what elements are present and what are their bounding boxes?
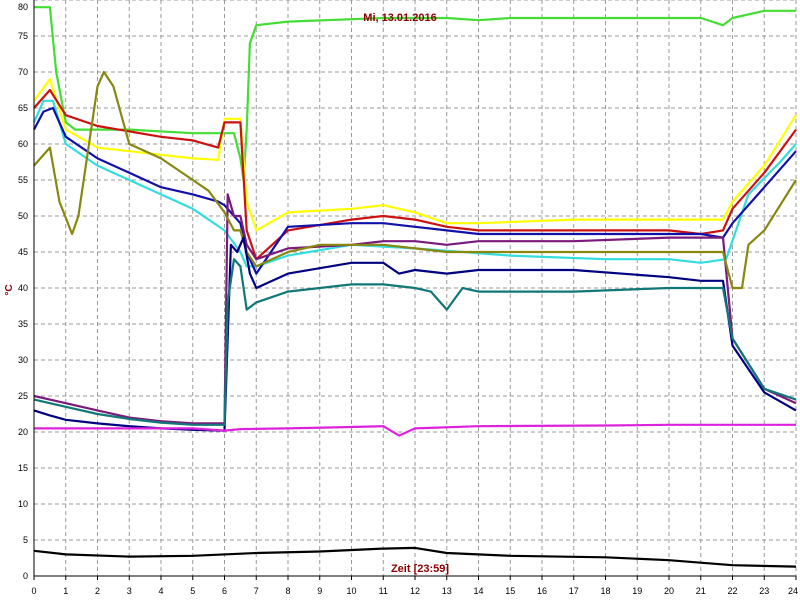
y-tick-label: 70: [18, 67, 28, 77]
x-tick-labels: 0 1 2 3 4 5 6 7 8 9 10 11 12 13 14 15 16 17 18 19 20 21 22 23 24: [31, 576, 798, 596]
y-tick-label: 80: [18, 2, 28, 12]
y-tick-label: 40: [18, 283, 28, 293]
y-tick-label: 20: [18, 427, 28, 437]
x-tick-label: 14: [473, 586, 483, 596]
x-tick-label: 1: [63, 586, 68, 596]
x-tick-label: 18: [600, 586, 610, 596]
x-tick-label: 22: [727, 586, 737, 596]
x-tick-label: 11: [379, 586, 388, 596]
y-tick-label: 55: [18, 175, 28, 185]
y-tick-label: 35: [18, 319, 28, 329]
x-tick-label: 13: [442, 586, 452, 596]
x-tick-label: 10: [346, 586, 356, 596]
y-tick-label: 25: [18, 391, 28, 401]
x-tick-label: 4: [158, 586, 163, 596]
x-tick-label: 21: [696, 586, 706, 596]
y-axis-label: °C: [4, 284, 15, 295]
y-tick-label: 50: [18, 211, 28, 221]
y-tick-label: 45: [18, 247, 28, 257]
y-tick-label: 0: [23, 571, 28, 581]
x-tick-label: 16: [537, 586, 547, 596]
x-tick-label: 3: [127, 586, 132, 596]
y-tick-label: 60: [18, 139, 28, 149]
y-tick-label: 65: [18, 103, 28, 113]
x-tick-label: 6: [222, 586, 227, 596]
x-tick-label: 7: [254, 586, 259, 596]
y-tick-label: 15: [18, 463, 28, 473]
x-tick-label: 8: [285, 586, 290, 596]
x-tick-label: 24: [788, 586, 798, 596]
x-tick-label: 20: [664, 586, 674, 596]
y-tick-labels: 0 5 10 15 20 25 30 35 40 45 50 55 60 65 70 75 80: [18, 2, 28, 581]
x-tick-label: 2: [95, 586, 100, 596]
temperature-chart: 0 1 2 3 4 5 6 7 8 9 10 11 12 13 14 15 16 17 18 19 20 21 22 23 24…: [4, 0, 798, 596]
y-tick-label: 10: [18, 499, 28, 509]
x-tick-label: 0: [31, 586, 36, 596]
y-tick-label: 75: [18, 31, 28, 41]
y-tick-label: 30: [18, 355, 28, 365]
chart-title: Mi, 13.01.2016: [363, 12, 436, 24]
x-tick-label: 12: [410, 586, 420, 596]
x-tick-label: 19: [632, 586, 642, 596]
x-tick-label: 9: [317, 586, 322, 596]
x-tick-label: 23: [759, 586, 769, 596]
x-tick-label: 17: [569, 586, 579, 596]
x-axis-label: Zeit [23:59]: [391, 563, 449, 575]
x-tick-label: 15: [505, 586, 515, 596]
y-tick-label: 5: [23, 535, 28, 545]
x-tick-label: 5: [190, 586, 195, 596]
